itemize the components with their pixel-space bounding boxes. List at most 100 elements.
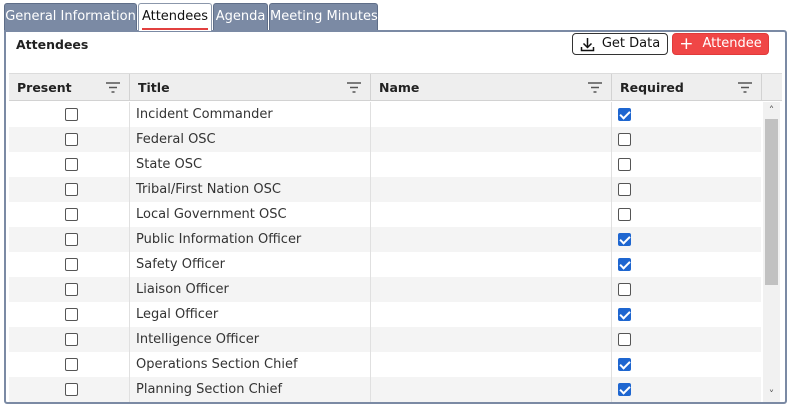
name-cell[interactable] xyxy=(371,127,612,152)
table-row[interactable]: Incident Commander xyxy=(9,102,761,127)
present-cell xyxy=(9,102,130,127)
present-checkbox[interactable] xyxy=(65,108,78,121)
present-cell xyxy=(9,352,130,377)
table-row[interactable]: Federal OSC xyxy=(9,127,761,152)
present-checkbox[interactable] xyxy=(65,208,78,221)
scrollbar-thumb[interactable] xyxy=(765,119,778,285)
present-checkbox[interactable] xyxy=(65,133,78,146)
panel-title: Attendees xyxy=(16,37,89,52)
tab-general-information[interactable]: General Information xyxy=(4,3,137,30)
download-icon xyxy=(580,37,595,51)
table-row[interactable]: Safety Officer xyxy=(9,252,761,277)
present-checkbox[interactable] xyxy=(65,258,78,271)
column-header-label: Present xyxy=(17,80,72,95)
required-cell xyxy=(612,377,761,402)
name-cell[interactable] xyxy=(371,202,612,227)
present-cell xyxy=(9,202,130,227)
chevron-down-icon[interactable]: ˅ xyxy=(763,386,780,402)
filter-icon[interactable] xyxy=(347,82,361,93)
present-cell xyxy=(9,227,130,252)
get-data-button[interactable]: Get Data xyxy=(572,33,668,55)
chevron-up-icon[interactable]: ˄ xyxy=(763,102,780,119)
column-header-label: Required xyxy=(620,80,684,95)
present-checkbox[interactable] xyxy=(65,383,78,396)
required-checkbox[interactable] xyxy=(618,158,631,171)
required-checkbox[interactable] xyxy=(618,108,631,121)
required-checkbox[interactable] xyxy=(618,233,631,246)
title-cell: Intelligence Officer xyxy=(130,327,371,352)
present-cell xyxy=(9,152,130,177)
name-cell[interactable] xyxy=(371,102,612,127)
filter-icon[interactable] xyxy=(106,82,120,93)
table-row[interactable]: State OSC xyxy=(9,152,761,177)
present-checkbox[interactable] xyxy=(65,308,78,321)
title-cell: Safety Officer xyxy=(130,252,371,277)
title-cell: Public Information Officer xyxy=(130,227,371,252)
present-cell xyxy=(9,327,130,352)
add-attendee-button[interactable]: + Attendee xyxy=(672,33,769,55)
table-row[interactable]: Public Information Officer xyxy=(9,227,761,252)
required-cell xyxy=(612,302,761,327)
present-cell xyxy=(9,177,130,202)
tab-label: General Information xyxy=(5,9,136,24)
required-checkbox[interactable] xyxy=(618,208,631,221)
required-cell xyxy=(612,327,761,352)
present-checkbox[interactable] xyxy=(65,183,78,196)
title-cell: Tribal/First Nation OSC xyxy=(130,177,371,202)
name-cell[interactable] xyxy=(371,177,612,202)
column-header-present[interactable]: Present xyxy=(9,74,130,101)
required-checkbox[interactable] xyxy=(618,333,631,346)
required-checkbox[interactable] xyxy=(618,358,631,371)
grid-header: Present Title Name Required xyxy=(9,73,782,101)
title-cell: Legal Officer xyxy=(130,302,371,327)
required-cell xyxy=(612,252,761,277)
present-checkbox[interactable] xyxy=(65,158,78,171)
title-cell: Federal OSC xyxy=(130,127,371,152)
name-cell[interactable] xyxy=(371,152,612,177)
required-checkbox[interactable] xyxy=(618,383,631,396)
filter-icon[interactable] xyxy=(738,82,752,93)
table-row[interactable]: Planning Section Chief xyxy=(9,377,761,402)
get-data-label: Get Data xyxy=(601,36,661,51)
filter-icon[interactable] xyxy=(588,82,602,93)
required-checkbox[interactable] xyxy=(618,133,631,146)
title-cell: Incident Commander xyxy=(130,102,371,127)
name-cell[interactable] xyxy=(371,302,612,327)
tab-meeting-minutes[interactable]: Meeting Minutes xyxy=(269,3,378,30)
name-cell[interactable] xyxy=(371,377,612,402)
table-row[interactable]: Operations Section Chief xyxy=(9,352,761,377)
required-cell xyxy=(612,102,761,127)
table-row[interactable]: Local Government OSC xyxy=(9,202,761,227)
name-cell[interactable] xyxy=(371,327,612,352)
tab-label: Agenda xyxy=(215,9,266,24)
table-row[interactable]: Liaison Officer xyxy=(9,277,761,302)
column-header-required[interactable]: Required xyxy=(612,74,762,101)
required-cell xyxy=(612,227,761,252)
name-cell[interactable] xyxy=(371,277,612,302)
name-cell[interactable] xyxy=(371,227,612,252)
column-header-label: Name xyxy=(379,80,420,95)
required-checkbox[interactable] xyxy=(618,308,631,321)
vertical-scrollbar[interactable]: ˄ ˅ xyxy=(763,102,780,402)
present-checkbox[interactable] xyxy=(65,333,78,346)
required-checkbox[interactable] xyxy=(618,283,631,296)
column-header-title[interactable]: Title xyxy=(130,74,371,101)
name-cell[interactable] xyxy=(371,252,612,277)
present-checkbox[interactable] xyxy=(65,233,78,246)
present-checkbox[interactable] xyxy=(65,283,78,296)
column-header-name[interactable]: Name xyxy=(371,74,612,101)
tab-attendees[interactable]: Attendees xyxy=(138,3,212,31)
table-row[interactable]: Legal Officer xyxy=(9,302,761,327)
present-checkbox[interactable] xyxy=(65,358,78,371)
table-row[interactable]: Intelligence Officer xyxy=(9,327,761,352)
title-cell: Local Government OSC xyxy=(130,202,371,227)
name-cell[interactable] xyxy=(371,352,612,377)
table-row[interactable]: Tribal/First Nation OSC xyxy=(9,177,761,202)
tab-agenda[interactable]: Agenda xyxy=(213,3,268,30)
grid-body: Incident Commander Federal OSC State OSC Tr… xyxy=(9,102,761,402)
required-cell xyxy=(612,152,761,177)
required-checkbox[interactable] xyxy=(618,183,631,196)
tab-label: Meeting Minutes xyxy=(270,9,378,24)
required-checkbox[interactable] xyxy=(618,258,631,271)
required-cell xyxy=(612,277,761,302)
